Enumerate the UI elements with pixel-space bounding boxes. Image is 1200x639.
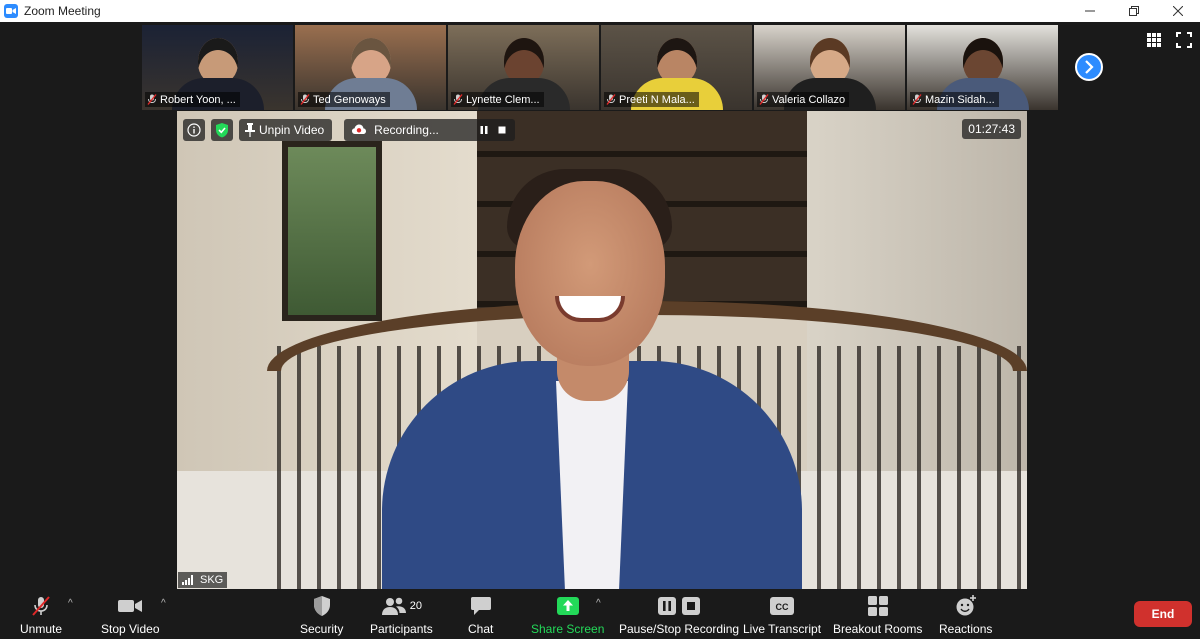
shield-check-icon: [216, 123, 228, 138]
active-speaker-video[interactable]: Unpin Video Recording... 01:27:43 SKG: [177, 111, 1027, 589]
participants-label: Participants: [370, 622, 433, 636]
speaker-name-tag: SKG: [178, 572, 228, 588]
pause-stop-recording-label: Pause/Stop Recording: [619, 622, 740, 636]
breakout-rooms-label: Breakout Rooms: [833, 622, 923, 636]
cloud-recording-icon: [352, 124, 367, 134]
chat-bubble-icon: [470, 597, 491, 615]
microphone-muted-icon: [453, 94, 463, 105]
grid-icon: [1147, 33, 1161, 47]
participant-name: Robert Yoon, ...: [160, 93, 236, 106]
video-camera-icon: [118, 600, 143, 612]
restore-icon: [1129, 6, 1139, 16]
gallery-strip: Robert Yoon, ... Ted Genoways Lynette Clem…: [142, 25, 1058, 110]
security-button[interactable]: Security: [300, 595, 343, 636]
window-title: Zoom Meeting: [24, 4, 101, 18]
microphone-muted-icon: [606, 94, 616, 105]
closed-caption-icon: CC: [770, 597, 795, 615]
share-options-caret[interactable]: ^: [596, 598, 601, 609]
pause-icon: [658, 597, 677, 615]
participant-name-bar: Ted Genoways: [298, 92, 390, 107]
next-page-button[interactable]: [1075, 53, 1103, 81]
share-screen-icon: [556, 597, 579, 615]
meeting-stage: Robert Yoon, ... Ted Genoways Lynette Clem…: [0, 22, 1200, 590]
meeting-info-button[interactable]: [183, 119, 205, 141]
video-options-caret[interactable]: ^: [161, 598, 166, 609]
gallery-view-button[interactable]: [1146, 32, 1162, 48]
minimize-button[interactable]: [1068, 0, 1112, 22]
reactions-label: Reactions: [939, 622, 993, 636]
participant-tile[interactable]: Ted Genoways: [295, 25, 446, 110]
share-screen-label: Share Screen: [531, 622, 605, 636]
close-button[interactable]: [1156, 0, 1200, 22]
signal-strength-icon: [182, 575, 193, 585]
pause-stop-recording-button[interactable]: Pause/Stop Recording: [619, 595, 739, 636]
participants-icon: [381, 597, 406, 615]
speaker-name: SKG: [200, 574, 224, 586]
participant-name: Ted Genoways: [313, 93, 386, 106]
participant-name: Lynette Clem...: [466, 93, 540, 106]
breakout-rooms-icon: [867, 596, 888, 616]
live-transcript-button[interactable]: CC Live Transcript: [743, 595, 821, 636]
participant-name-bar: Preeti N Mala...: [604, 92, 699, 107]
reactions-button[interactable]: Reactions: [939, 595, 992, 636]
participant-name: Preeti N Mala...: [619, 93, 695, 106]
info-icon: [187, 123, 201, 137]
stop-video-button[interactable]: Stop Video: [101, 595, 160, 636]
microphone-muted-icon: [300, 94, 310, 105]
audio-options-caret[interactable]: ^: [68, 598, 73, 609]
stop-icon: [682, 597, 701, 615]
chat-button[interactable]: Chat: [468, 595, 493, 636]
stop-video-label: Stop Video: [101, 622, 160, 636]
participant-name-bar: Valeria Collazo: [757, 92, 850, 107]
microphone-muted-icon: [759, 94, 769, 105]
participant-name-bar: Lynette Clem...: [451, 92, 544, 107]
participant-tile[interactable]: Valeria Collazo: [754, 25, 905, 110]
participant-tile[interactable]: Robert Yoon, ...: [142, 25, 293, 110]
svg-text:CC: CC: [776, 602, 789, 612]
zoom-app-icon: [4, 4, 18, 18]
unmute-button[interactable]: Unmute: [20, 595, 62, 636]
meeting-toolbar: Unmute ^ Stop Video ^ Security 20 Partic: [0, 590, 1200, 639]
fullscreen-button[interactable]: [1176, 32, 1192, 48]
security-label: Security: [300, 622, 344, 636]
close-icon: [1173, 6, 1183, 16]
speaker-face: [515, 181, 665, 366]
participant-name: Mazin Sidah...: [925, 93, 995, 106]
meeting-timer: 01:27:43: [962, 119, 1021, 139]
restore-button[interactable]: [1112, 0, 1156, 22]
recording-indicator: Recording...: [344, 119, 515, 141]
title-bar: Zoom Meeting: [0, 0, 1200, 22]
pin-icon: [245, 123, 255, 137]
microphone-muted-icon: [147, 94, 157, 105]
encryption-button[interactable]: [211, 119, 233, 141]
participant-tile[interactable]: Mazin Sidah...: [907, 25, 1058, 110]
recording-label: Recording...: [374, 123, 439, 137]
breakout-rooms-button[interactable]: Breakout Rooms: [833, 595, 922, 636]
end-meeting-button[interactable]: End: [1134, 601, 1192, 627]
microphone-muted-icon: [32, 596, 50, 616]
participants-count: 20: [409, 600, 422, 612]
emoji-add-icon: [956, 595, 976, 616]
stop-recording-icon[interactable]: [497, 125, 507, 135]
participant-name: Valeria Collazo: [772, 93, 846, 106]
unpin-video-label: Unpin Video: [259, 123, 325, 137]
microphone-muted-icon: [912, 94, 922, 105]
pause-recording-icon[interactable]: [479, 125, 489, 135]
participant-tile[interactable]: Preeti N Mala...: [601, 25, 752, 110]
live-transcript-label: Live Transcript: [743, 622, 822, 636]
fullscreen-icon: [1176, 32, 1192, 48]
unpin-video-button[interactable]: Unpin Video: [239, 119, 333, 141]
unmute-label: Unmute: [20, 622, 63, 636]
participant-tile[interactable]: Lynette Clem...: [448, 25, 599, 110]
share-screen-button[interactable]: Share Screen: [531, 595, 604, 636]
participant-name-bar: Mazin Sidah...: [910, 92, 999, 107]
chat-label: Chat: [468, 622, 494, 636]
minimize-icon: [1085, 10, 1095, 12]
participants-button[interactable]: 20 Participants: [370, 595, 433, 636]
shield-icon: [313, 596, 330, 616]
participant-name-bar: Robert Yoon, ...: [145, 92, 240, 107]
chevron-right-icon: [1085, 60, 1094, 74]
